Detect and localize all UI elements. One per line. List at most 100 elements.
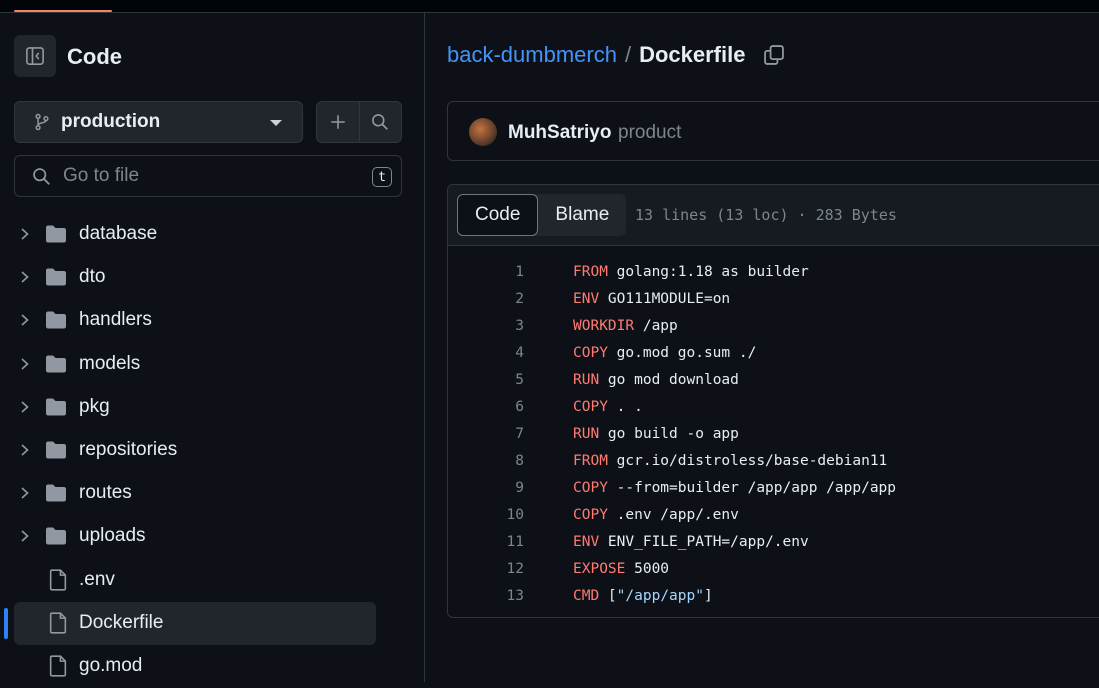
code-line: 2 ENV GO111MODULE=on [448,288,1099,315]
commit-author[interactable]: MuhSatriyo [508,122,611,144]
tab-code[interactable]: Code [457,194,539,236]
copy-icon [764,45,785,65]
tree-item-label: handlers [79,309,152,331]
tree-file-item[interactable]: .env [0,559,424,602]
chevron-right-icon[interactable] [19,357,31,376]
code-line: 1 FROM golang:1.18 as builder [448,261,1099,288]
code-line: 4 COPY go.mod go.sum ./ [448,342,1099,369]
code-line: 13 CMD ["/app/app"] [448,585,1099,612]
chevron-right-icon[interactable] [19,529,31,548]
line-number[interactable]: 4 [488,345,524,361]
go-to-file-search: t [14,155,402,197]
line-number[interactable]: 9 [488,480,524,496]
line-number[interactable]: 13 [488,588,524,604]
tree-item-label: pkg [79,395,110,417]
line-number[interactable]: 12 [488,561,524,577]
sidebar-collapse-icon [26,47,44,65]
tree-item-label: go.mod [79,654,143,676]
code-keyword: COPY [573,507,608,523]
file-icon [48,568,68,596]
line-source: FROM gcr.io/distroless/base-debian11 [573,453,887,469]
tab-blame[interactable]: Blame [538,194,626,236]
line-source: ENV ENV_FILE_PATH=/app/.env [573,534,809,550]
tree-folder-item[interactable]: dto [0,256,424,299]
collapse-sidebar-button[interactable] [14,35,56,77]
branch-name: production [61,111,161,132]
copy-path-button[interactable] [763,44,785,66]
line-number[interactable]: 7 [488,426,524,442]
file-icon [48,655,68,682]
line-number[interactable]: 3 [488,318,524,334]
repo-link[interactable]: back-dumbmerch [447,42,617,68]
code-keyword: COPY [573,345,608,361]
chevron-right-icon[interactable] [19,400,31,419]
folder-icon [45,310,67,335]
chevron-right-icon[interactable] [19,313,31,332]
line-number[interactable]: 5 [488,372,524,388]
code-text: go build -o app [599,426,739,442]
tree-folder-item[interactable]: database [0,213,424,256]
search-icon [33,167,50,185]
code-line: 3 WORKDIR /app [448,315,1099,342]
tree-folder-item[interactable]: uploads [0,515,424,558]
chevron-right-icon[interactable] [19,486,31,505]
code-keyword: ENV [573,534,600,550]
code-text: golang:1.18 as builder [607,264,809,280]
line-source: WORKDIR /app [573,318,678,334]
code-text: [ [599,588,617,604]
code-text: ] [703,588,713,604]
git-branch-icon [35,113,49,131]
code-text: --from=builder /app/app /app/app [607,480,897,496]
code-keyword: RUN [573,372,600,388]
code-text: 5000 [625,561,670,577]
code-text: /app [634,318,678,334]
folder-icon [45,224,67,249]
code-keyword: ENV [573,291,600,307]
branch-selector-button[interactable]: production [14,101,303,143]
tree-file-item[interactable]: Dockerfile [0,601,424,645]
folder-icon [45,354,67,379]
chevron-right-icon[interactable] [19,270,31,289]
code-keyword: WORKDIR [573,318,635,334]
folder-icon [45,397,67,422]
commit-message[interactable]: product [618,122,681,144]
tree-item-label: repositories [79,438,178,460]
tree-item-label: dto [79,266,106,288]
sidebar-title: Code [67,44,122,69]
code-line: 7 RUN go build -o app [448,423,1099,450]
chevron-right-icon[interactable] [19,443,31,462]
line-number[interactable]: 1 [488,264,524,280]
folder-icon [45,483,67,508]
latest-commit-bar: MuhSatriyo product [447,101,1099,161]
code-text: ENV_FILE_PATH=/app/.env [599,534,809,550]
tree-folder-item[interactable]: repositories [0,429,424,472]
file-tree-sidebar: Code production t database dto handlers mod… [0,13,425,682]
tree-folder-item[interactable]: handlers [0,299,424,342]
file-info: 13 lines (13 loc) · 283 Bytes [635,206,897,224]
code-line: 6 COPY . . [448,396,1099,423]
code-keyword: RUN [573,426,600,442]
code-listing: 1 FROM golang:1.18 as builder 2 ENV GO111MO… [448,261,1099,612]
chevron-right-icon[interactable] [19,227,31,246]
tree-item-label: Dockerfile [79,611,164,633]
code-line: 11 ENV ENV_FILE_PATH=/app/.env [448,531,1099,558]
search-icon [372,114,389,130]
line-source: FROM golang:1.18 as builder [573,264,809,280]
avatar[interactable] [469,118,497,146]
line-number[interactable]: 6 [488,399,524,415]
tree-folder-item[interactable]: routes [0,472,424,515]
tree-folder-item[interactable]: pkg [0,386,424,429]
code-text: .env /app/.env [607,507,739,523]
code-string: "/app/app" [616,588,704,604]
line-number[interactable]: 11 [488,534,524,550]
tree-folder-item[interactable]: models [0,343,424,386]
add-file-button[interactable] [317,102,359,142]
go-to-file-input[interactable] [61,164,365,188]
line-number[interactable]: 8 [488,453,524,469]
search-code-button[interactable] [358,102,402,142]
code-keyword: COPY [573,399,608,415]
line-source: COPY go.mod go.sum ./ [573,345,756,361]
line-number[interactable]: 10 [488,507,524,523]
line-number[interactable]: 2 [488,291,524,307]
file-viewer: Code Blame 13 lines (13 loc) · 283 Bytes… [447,184,1099,618]
